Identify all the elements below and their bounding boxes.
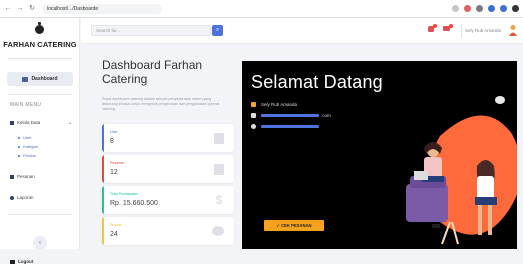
- stat-value: 8: [110, 138, 114, 145]
- bullet-icon: [18, 154, 20, 157]
- sidebar-item-dashboard[interactable]: Dashboard: [7, 72, 73, 86]
- brand-logo-icon: [35, 22, 44, 34]
- notification-badge: [433, 24, 437, 28]
- back-icon[interactable]: ←: [4, 5, 12, 13]
- sidebar-section-title: MAIN MENU: [10, 102, 42, 108]
- comments-icon: [212, 226, 224, 236]
- extension-icon[interactable]: [476, 5, 483, 12]
- welcome-user-name: Sely Rub Amanda: [251, 102, 297, 107]
- sidebar-item-pesanan[interactable]: Pesanan: [10, 174, 35, 179]
- address-bar[interactable]: localhost/.../Dasboarde: [42, 3, 162, 14]
- user-icon: [251, 102, 256, 107]
- message-badge: [449, 24, 453, 28]
- extension-icon[interactable]: [452, 5, 459, 12]
- sidebar: FARHAN CATERING Dashboard MAIN MENU Kelo…: [0, 18, 80, 264]
- stat-card-user[interactable]: User 8: [102, 124, 234, 152]
- report-icon: [10, 195, 14, 200]
- logout-button[interactable]: Logout: [10, 259, 33, 264]
- user-name[interactable]: Sely Rub Amanda: [465, 28, 501, 33]
- chevron-down-icon: ⌄: [68, 119, 73, 126]
- topbar-divider: [461, 24, 462, 38]
- stat-card-pesanan[interactable]: Pesanan 12: [102, 155, 234, 183]
- sidebar-divider: [8, 58, 72, 59]
- sidebar-subitem-user[interactable]: User: [18, 135, 31, 140]
- welcome-email: .com: [251, 113, 331, 118]
- folder-icon: [10, 120, 14, 125]
- sidebar-item-label: Pesanan: [17, 174, 35, 179]
- envelope-icon: [251, 113, 256, 118]
- dashboard-icon: [22, 76, 29, 82]
- catering-illustration: [406, 115, 517, 245]
- forward-icon[interactable]: →: [16, 5, 24, 13]
- sidebar-subitem-label: Kategori: [23, 144, 38, 149]
- browser-toolbar: ← → ↻ localhost/.../Dasboarde: [0, 0, 523, 18]
- redacted-phone: [261, 125, 319, 128]
- stat-card-accent: [102, 155, 104, 183]
- stat-card-accent: [102, 124, 104, 152]
- reload-icon[interactable]: ↻: [28, 5, 36, 13]
- topbar: Search for... ⌕ Sely Rub Amanda: [81, 18, 523, 44]
- stat-value: 24: [110, 231, 118, 238]
- sidebar-divider: [8, 94, 72, 95]
- profile-icon[interactable]: [512, 5, 519, 12]
- welcome-title: Selamat Datang: [251, 72, 383, 92]
- bullet-icon: [18, 145, 20, 148]
- sidebar-item-label: Kelola Data: [17, 120, 41, 125]
- bullet-icon: [18, 136, 20, 139]
- extension-icons: [452, 5, 519, 12]
- page-description: Pusat dashboard catering adalah sebuah p…: [102, 97, 220, 111]
- extension-icon[interactable]: [500, 5, 507, 12]
- sidebar-collapse-button[interactable]: ‹: [33, 236, 47, 250]
- search-input[interactable]: Search for...: [91, 25, 211, 36]
- extension-icon[interactable]: [464, 5, 471, 12]
- stat-label: Produk: [110, 223, 122, 227]
- sidebar-item-label: Dashboard: [31, 76, 58, 82]
- email-suffix: .com: [321, 113, 331, 118]
- calendar-icon: [214, 133, 224, 144]
- sidebar-subitem-produk[interactable]: Produk: [18, 153, 36, 158]
- dollar-icon: $: [215, 193, 223, 207]
- stat-value: 12: [110, 169, 118, 176]
- welcome-panel: Selamat Datang Sely Rub Amanda .com ✓ CE…: [242, 61, 517, 249]
- stat-label: User: [110, 130, 118, 134]
- phone-icon: [251, 124, 256, 129]
- calendar-icon: [214, 164, 224, 175]
- check-orders-button[interactable]: ✓ CEK PESANAN: [264, 220, 324, 231]
- sidebar-divider: [8, 214, 72, 215]
- stat-card-accent: [102, 186, 104, 214]
- stat-card-pendapatan[interactable]: Total Pendapatan Rp. 15.660.500 $: [102, 186, 234, 214]
- avatar[interactable]: [508, 24, 518, 37]
- sidebar-item-kelola-data[interactable]: Kelola Data ⌄: [10, 120, 72, 126]
- stat-card-accent: [102, 217, 104, 245]
- sidebar-subitem-label: User: [23, 135, 32, 140]
- stat-label: Pesanan: [110, 161, 125, 165]
- search-button[interactable]: ⌕: [212, 25, 223, 36]
- cart-icon: [10, 174, 14, 179]
- sidebar-subitem-kategori[interactable]: Kategori: [18, 144, 38, 149]
- welcome-name-text: Sely Rub Amanda: [261, 102, 298, 107]
- redacted-email: [261, 114, 319, 117]
- sidebar-item-laporan[interactable]: Laporan: [10, 195, 34, 200]
- sidebar-item-label: Laporan: [17, 195, 34, 200]
- stat-label: Total Pendapatan: [110, 192, 138, 196]
- logout-icon: [10, 259, 15, 264]
- brand-name[interactable]: FARHAN CATERING: [2, 40, 78, 49]
- stat-value: Rp. 15.660.500: [110, 200, 158, 207]
- extension-icon[interactable]: [488, 5, 495, 12]
- logout-label: Logout: [18, 259, 34, 264]
- stat-card-produk[interactable]: Produk 24: [102, 217, 234, 245]
- welcome-phone: [251, 124, 321, 129]
- sidebar-subitem-label: Produk: [23, 153, 36, 158]
- page-title: Dashboard Farhan Catering: [102, 58, 203, 86]
